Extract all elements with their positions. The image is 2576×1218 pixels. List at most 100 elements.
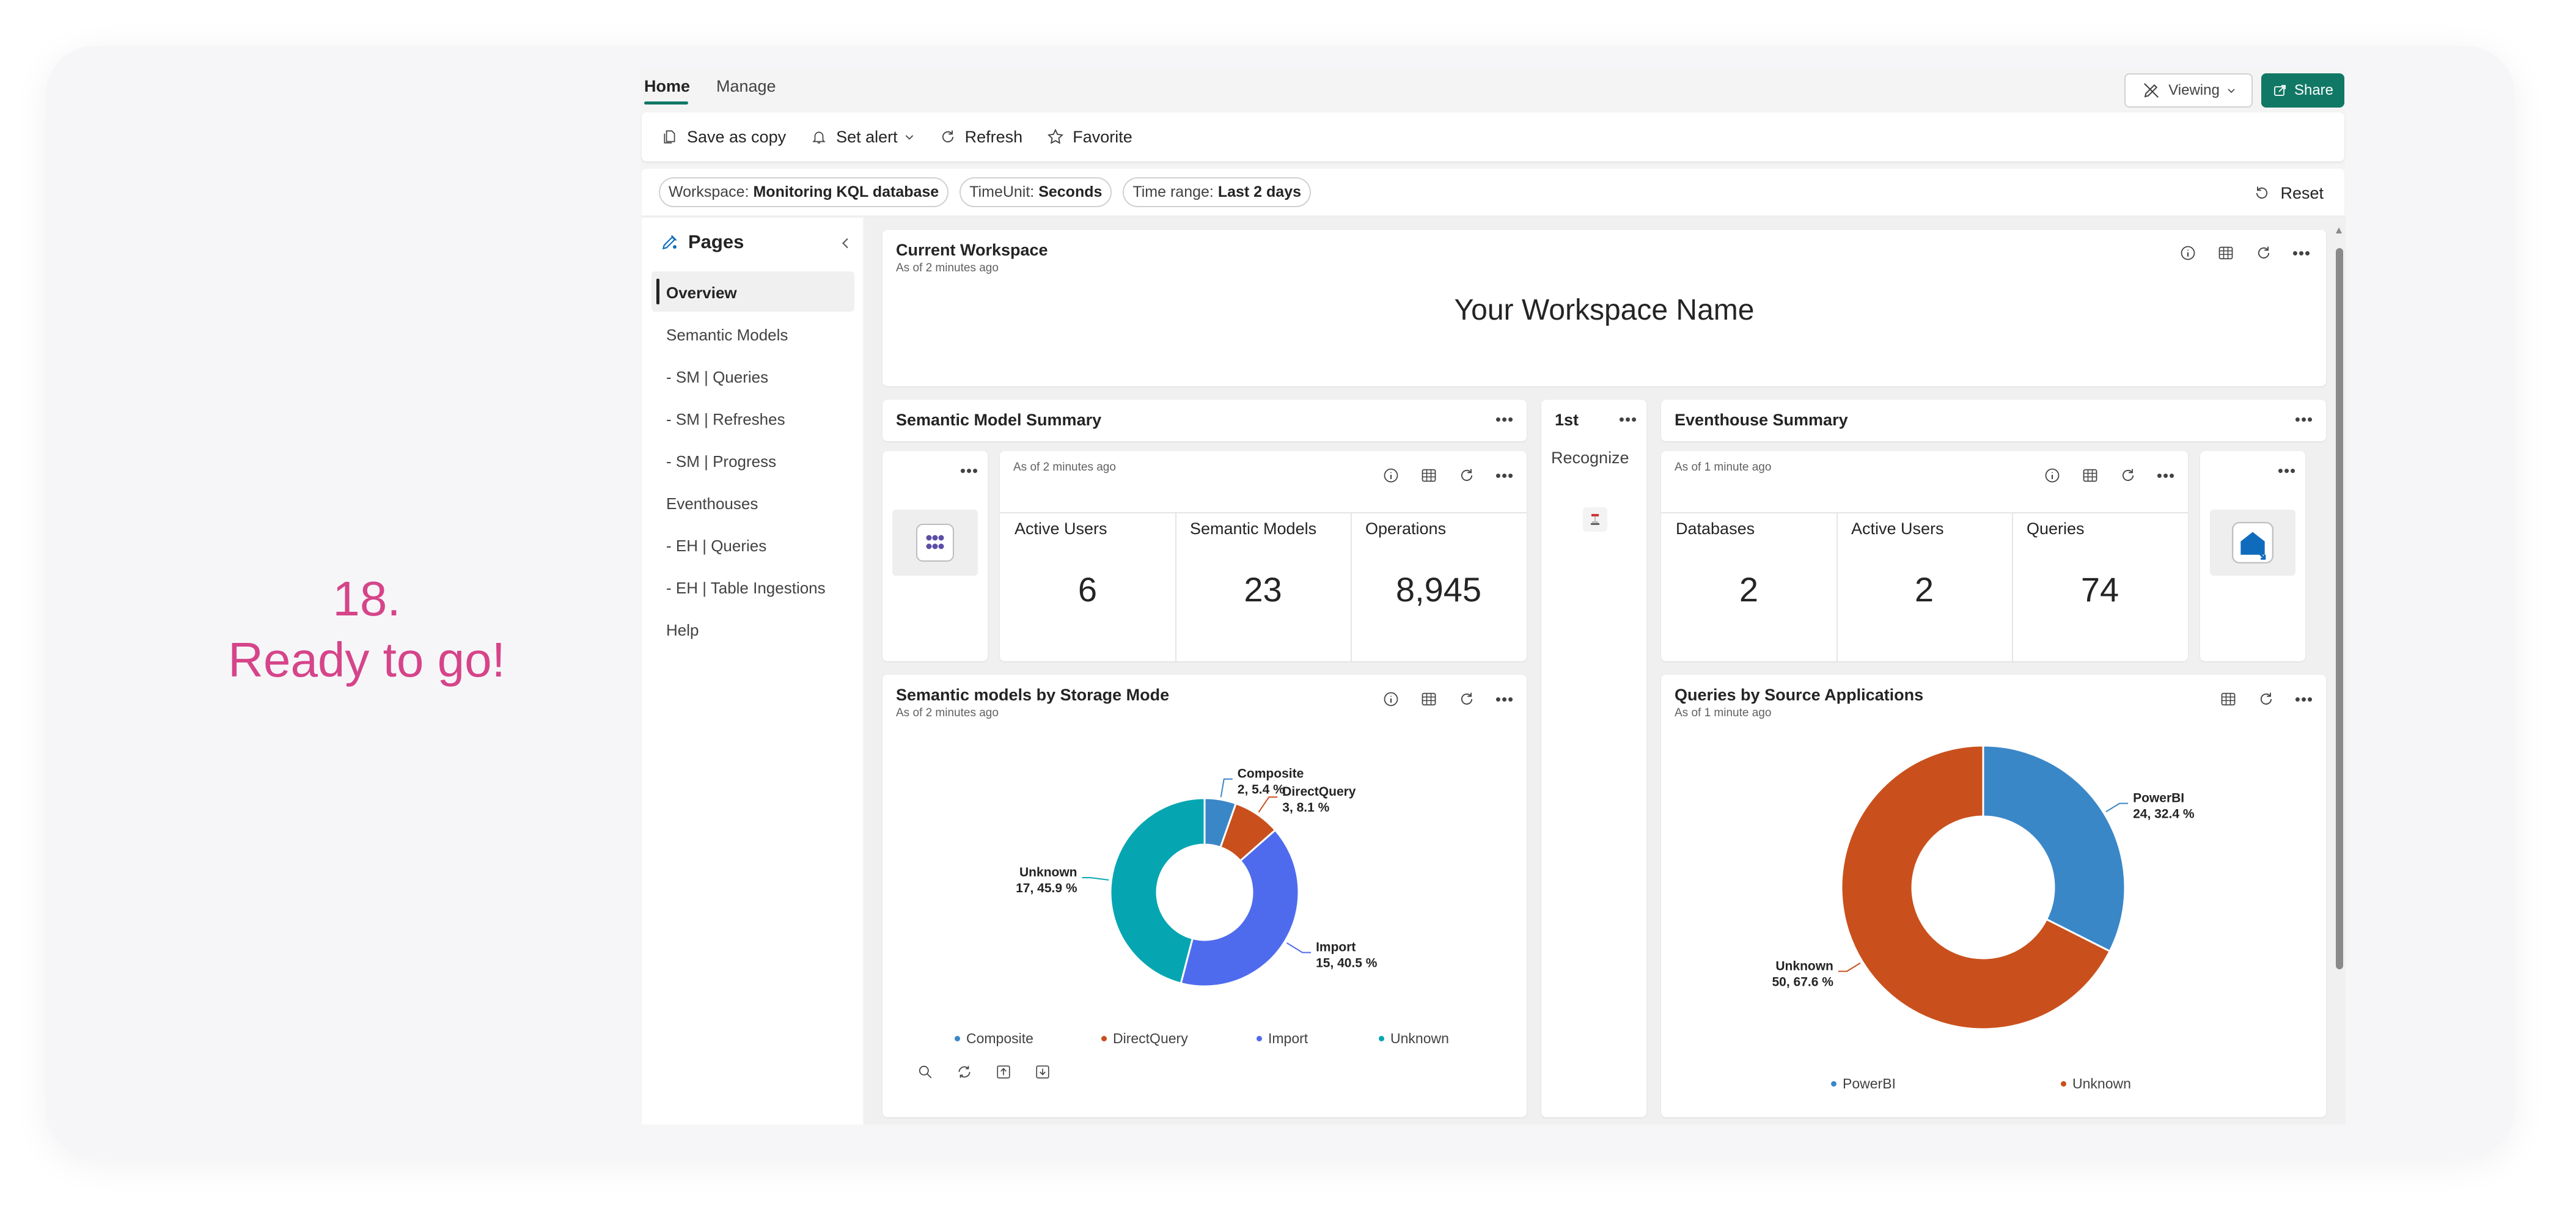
- legend-item-directquery[interactable]: DirectQuery: [1101, 1030, 1188, 1047]
- legend-swatch: [2061, 1081, 2066, 1087]
- sidebar-item-semantic-models[interactable]: Semantic Models: [666, 326, 788, 345]
- legend-swatch: [1257, 1036, 1262, 1041]
- info-icon[interactable]: [2041, 464, 2063, 486]
- more-options-icon[interactable]: •••: [1617, 408, 1639, 430]
- info-icon[interactable]: [1380, 464, 1402, 486]
- active-page-indicator: [656, 279, 659, 304]
- refresh-icon[interactable]: [2255, 688, 2277, 710]
- timerange-filter-key: Time range:: [1132, 183, 1214, 200]
- more-options-icon[interactable]: •••: [1494, 688, 1516, 710]
- save-as-copy-button[interactable]: Save as copy: [659, 126, 786, 148]
- legend-label: Import: [1268, 1030, 1308, 1046]
- sidebar-item-eventhouses[interactable]: Eventhouses: [666, 494, 758, 513]
- workspace-filter-chip[interactable]: Workspace: Monitoring KQL database: [659, 177, 949, 207]
- sidebar-item-sm-queries[interactable]: - SM | Queries: [666, 368, 768, 387]
- kpi-label-active-users: Active Users: [1851, 519, 1944, 538]
- slice-label-value-powerbi: 24, 32.4 %: [2133, 807, 2195, 821]
- recognize-label: Recognize: [1551, 449, 1629, 467]
- semantic-model-icon-card: •••: [883, 451, 988, 661]
- more-options-icon[interactable]: •••: [2293, 688, 2315, 710]
- tab-home[interactable]: Home: [644, 77, 690, 96]
- timerange-filter-chip[interactable]: Time range: Last 2 days: [1123, 177, 1312, 207]
- copy-document-icon: [659, 126, 681, 148]
- kpi-value-queries: 74: [2080, 570, 2119, 609]
- more-options-icon[interactable]: •••: [2276, 460, 2298, 482]
- legend-label: DirectQuery: [1113, 1030, 1188, 1046]
- legend-item-powerbi[interactable]: PowerBI: [1831, 1076, 1896, 1092]
- more-options-icon[interactable]: •••: [958, 460, 980, 482]
- semantic-model-icon: [916, 524, 954, 562]
- zoom-icon[interactable]: [914, 1061, 936, 1083]
- tabs-bar: Home Manage Viewing Share: [640, 68, 2346, 110]
- kpi-value-active-users: 2: [1914, 570, 1934, 609]
- kpi-label-databases: Databases: [1676, 519, 1755, 538]
- sidebar-item-eh-table-ingestions[interactable]: - EH | Table Ingestions: [666, 579, 826, 598]
- sidebar-item-overview[interactable]: Overview: [666, 284, 737, 303]
- export-up-icon[interactable]: [993, 1061, 1015, 1083]
- kpi-label-active-users: Active Users: [1015, 519, 1107, 538]
- scroll-up-icon[interactable]: [2335, 225, 2343, 236]
- refresh-label: Refresh: [964, 127, 1023, 146]
- set-alert-button[interactable]: Set alert: [808, 126, 915, 148]
- share-icon: [2272, 79, 2288, 101]
- current-workspace-card: Current Workspace As of 2 minutes ago ••…: [883, 230, 2326, 386]
- legend-item-import[interactable]: Import: [1257, 1030, 1308, 1047]
- table-view-icon[interactable]: [2215, 242, 2237, 264]
- slice-label-name-import: Import: [1316, 941, 1356, 955]
- share-label: Share: [2294, 82, 2334, 98]
- sidebar-item-sm-refreshes[interactable]: - SM | Refreshes: [666, 410, 785, 429]
- kpi-value-active-users: 6: [1077, 570, 1098, 609]
- sidebar-item-sm-progress[interactable]: - SM | Progress: [666, 452, 776, 471]
- legend-item-unknown[interactable]: Unknown: [2061, 1076, 2131, 1092]
- reset-icon: [2251, 182, 2273, 204]
- eventhouse-icon-card: •••: [2200, 451, 2305, 661]
- slice-label-value-directquery: 3, 8.1 %: [1282, 801, 1329, 815]
- semantic-kpi-card: As of 2 minutes ago ••• Active Users 6 S…: [1000, 451, 1527, 661]
- more-options-icon[interactable]: •••: [2291, 242, 2313, 264]
- tab-manage[interactable]: Manage: [716, 77, 776, 96]
- favorite-button[interactable]: Favorite: [1044, 126, 1132, 148]
- legend-label: Unknown: [1390, 1030, 1449, 1046]
- reset-view-icon[interactable]: [953, 1061, 975, 1083]
- share-button[interactable]: Share: [2261, 73, 2344, 108]
- more-options-icon[interactable]: •••: [1494, 464, 1516, 486]
- more-options-icon[interactable]: •••: [2293, 408, 2315, 430]
- workspace-filter-key: Workspace:: [669, 183, 749, 200]
- sidebar-item-eh-queries[interactable]: - EH | Queries: [666, 537, 766, 556]
- refresh-icon[interactable]: [2253, 242, 2275, 264]
- table-view-icon[interactable]: [2217, 688, 2239, 710]
- table-view-icon[interactable]: [1418, 464, 1440, 486]
- refresh-icon[interactable]: [2117, 464, 2139, 486]
- reset-button[interactable]: Reset: [2251, 182, 2324, 204]
- kpi-label-operations: Operations: [1365, 519, 1447, 538]
- timeunit-filter-chip[interactable]: TimeUnit: Seconds: [960, 177, 1112, 207]
- timeunit-filter-value: Seconds: [1038, 183, 1103, 200]
- download-icon[interactable]: [1032, 1061, 1054, 1083]
- step-text: Ready to go!: [228, 633, 505, 687]
- slice-label-value-unknown: 50, 67.6 %: [1772, 975, 1833, 989]
- refresh-icon[interactable]: [1456, 688, 1478, 710]
- info-icon[interactable]: [1380, 688, 1402, 710]
- slice-powerbi[interactable]: [1982, 744, 2126, 953]
- slice-label-value-import: 15, 40.5 %: [1316, 956, 1378, 970]
- timerange-filter-value: Last 2 days: [1217, 183, 1302, 200]
- trophy-icon: [1583, 507, 1607, 532]
- table-view-icon[interactable]: [1418, 688, 1440, 710]
- legend-item-composite[interactable]: Composite: [955, 1030, 1033, 1047]
- kpi-value-semantic-models: 23: [1244, 570, 1282, 609]
- refresh-button[interactable]: Refresh: [937, 126, 1023, 148]
- viewing-mode-button[interactable]: Viewing: [2124, 73, 2253, 108]
- scrollbar-thumb[interactable]: [2336, 248, 2343, 969]
- legend-item-unknown[interactable]: Unknown: [1379, 1030, 1449, 1047]
- info-icon[interactable]: [2177, 242, 2199, 264]
- more-options-icon[interactable]: •••: [2155, 464, 2177, 486]
- card-subtitle: As of 2 minutes ago: [896, 706, 999, 719]
- refresh-icon[interactable]: [1456, 464, 1478, 486]
- kpi-value-databases: 2: [1739, 570, 1759, 609]
- save-as-copy-label: Save as copy: [687, 127, 787, 146]
- sidebar-item-help[interactable]: Help: [666, 621, 699, 640]
- more-options-icon[interactable]: •••: [1494, 408, 1516, 430]
- card-actions: •••: [2177, 242, 2313, 264]
- collapse-sidebar-icon[interactable]: [835, 232, 857, 254]
- table-view-icon[interactable]: [2079, 464, 2101, 486]
